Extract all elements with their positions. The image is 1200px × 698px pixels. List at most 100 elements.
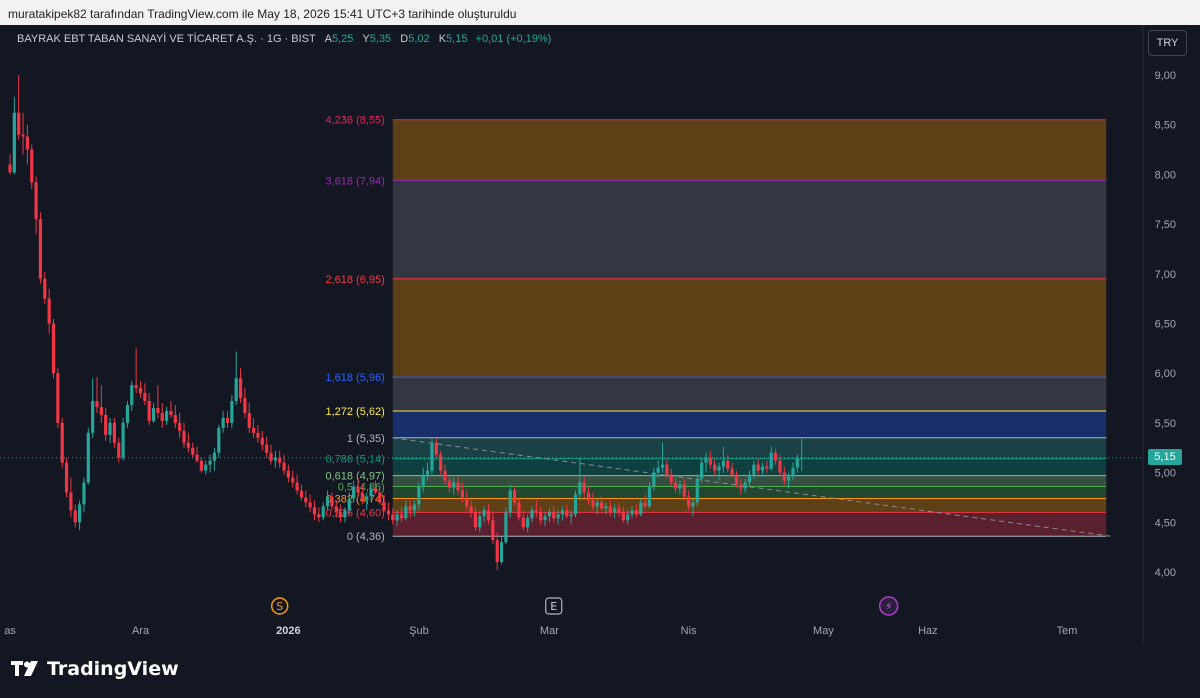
candle-body <box>286 470 290 478</box>
fib-level-label: 0,236 (4,60) <box>325 507 384 519</box>
candle-body <box>765 466 769 469</box>
candle-body <box>169 410 173 415</box>
candle-body <box>739 484 743 489</box>
candle-body <box>295 482 299 491</box>
candle-body <box>60 422 64 463</box>
candle-body <box>95 401 99 407</box>
candle-body <box>252 427 256 433</box>
candle-body <box>64 462 69 493</box>
candle-body <box>734 474 739 485</box>
candle-body <box>373 488 377 493</box>
candle-body <box>600 502 604 509</box>
candle-body <box>573 494 578 515</box>
candle-body <box>243 398 247 413</box>
fib-level-label: 1 (5,35) <box>347 433 385 445</box>
high-value: 5,35 <box>369 33 392 45</box>
candle-body <box>112 422 116 443</box>
candle-body <box>443 470 447 481</box>
candle-body <box>769 452 773 469</box>
candle-body <box>352 486 356 499</box>
candle-body <box>621 512 625 521</box>
candle-body <box>517 502 521 518</box>
candle-body <box>173 414 177 423</box>
close-key: K <box>438 33 447 45</box>
fib-zone-fill <box>392 119 1107 181</box>
candle-body <box>417 486 421 505</box>
candle-body <box>378 492 382 503</box>
candle-body <box>521 517 525 528</box>
fib-level-label: 0,5 (4,86) <box>338 482 385 494</box>
low-key: D <box>400 33 409 45</box>
x-tick-label: May <box>813 625 834 637</box>
candle-body <box>339 512 343 518</box>
candle-body <box>752 464 756 475</box>
candle-body <box>217 427 221 453</box>
candle-body <box>291 477 295 483</box>
candle-body <box>660 464 665 468</box>
candle-body <box>47 298 51 324</box>
tradingview-logo[interactable]: TradingView <box>11 658 179 680</box>
candle-body <box>225 417 230 423</box>
event-marker-glyph: ⚡ <box>885 600 893 613</box>
candle-body <box>212 452 217 461</box>
candle-body <box>312 507 317 515</box>
candle-body <box>343 510 347 518</box>
candle-body <box>630 510 634 515</box>
candle-body <box>21 134 25 137</box>
price-chart[interactable]: 0 (4,36)0,236 (4,60)0,382 (4,74)0,5 (4,8… <box>0 25 1200 643</box>
candle-body <box>208 460 212 465</box>
candle-body <box>395 514 399 521</box>
fib-level-label: 1,272 (5,62) <box>325 406 384 418</box>
currency-button[interactable]: TRY <box>1148 30 1187 56</box>
fib-extension-group: 0 (4,36)0,236 (4,60)0,382 (4,74)0,5 (4,8… <box>325 115 1107 543</box>
change-value: +0,01 (+0,19%) <box>475 33 552 45</box>
candle-body <box>647 486 652 507</box>
candle-body <box>695 478 699 503</box>
candle-body <box>108 422 112 435</box>
candle-body <box>791 467 795 477</box>
candle-body <box>325 496 330 507</box>
candle-body <box>143 393 147 402</box>
x-tick-label: Ara <box>132 625 150 637</box>
candle-body <box>151 407 156 421</box>
candle-body <box>73 510 77 523</box>
candle-body <box>160 412 164 421</box>
close-value: 5,15 <box>446 33 468 45</box>
fib-zone-fill <box>392 486 1107 499</box>
candle-body <box>408 506 412 511</box>
candle-body <box>365 496 369 501</box>
candle-body <box>104 414 108 435</box>
candle-body <box>69 492 73 511</box>
x-tick-label: Şub <box>409 625 429 637</box>
candle-body <box>465 497 469 507</box>
candle-body <box>34 182 38 220</box>
candle-body <box>30 149 34 183</box>
footer-bar: TradingView <box>0 643 1200 698</box>
candle-body <box>130 385 134 406</box>
candle-body <box>669 474 673 483</box>
chart-panel[interactable]: 0 (4,36) 0,236 (4,60) 0,382 (4,74) 0,5 (4,8… <box>0 25 1200 643</box>
candle-body <box>604 506 608 509</box>
y-tick-label: 8,50 <box>1155 120 1176 132</box>
candle-body <box>634 510 638 515</box>
candle-body <box>586 492 591 501</box>
candle-body <box>221 417 225 428</box>
candle-body <box>334 506 338 513</box>
candle-body <box>56 373 60 423</box>
candle-body <box>399 514 404 519</box>
screenshot-frame: muratakipek82 tarafından TradingView.com… <box>0 0 1200 698</box>
candle-body <box>356 486 360 493</box>
candle-body <box>369 488 373 497</box>
candle-body <box>665 464 669 475</box>
y-tick-label: 9,00 <box>1155 70 1176 82</box>
candle-body <box>156 407 160 413</box>
low-value: 5,02 <box>408 33 430 45</box>
candle-body <box>608 506 612 513</box>
y-tick-label: 5,00 <box>1155 468 1176 480</box>
candle-body <box>265 444 269 453</box>
y-tick-label: 7,50 <box>1155 219 1176 231</box>
candle-body <box>760 466 765 471</box>
candle-body <box>643 502 647 507</box>
candle-body <box>391 514 395 521</box>
candle-body <box>595 502 599 507</box>
